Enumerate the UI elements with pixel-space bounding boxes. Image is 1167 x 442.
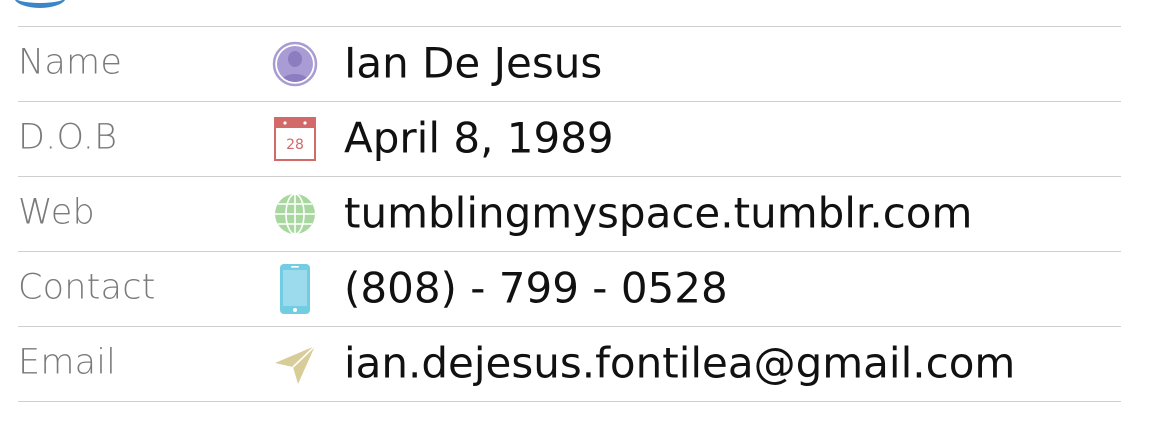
row-dob: D.O.B 28 April 8, 1989 xyxy=(18,101,1121,176)
calendar-day-text: 28 xyxy=(286,137,304,153)
row-web: Web tumblingmyspace.tumblr.com xyxy=(18,176,1121,251)
person-icon xyxy=(270,39,320,89)
phone-icon xyxy=(270,264,320,314)
row-name: Name Ian De Jesus xyxy=(18,26,1121,101)
contact-label: Contact xyxy=(18,267,156,308)
profile-info-list: Name Ian De Jesus D.O.B 28 April 8, 1989… xyxy=(18,26,1121,402)
dob-label: D.O.B xyxy=(18,117,118,158)
top-accent xyxy=(14,0,66,8)
contact-value: (808) - 799 - 0528 xyxy=(344,263,728,313)
calendar-icon: 28 xyxy=(270,114,320,164)
name-label: Name xyxy=(18,42,123,83)
row-email: Email ian.dejesus.fontilea@gmail.com xyxy=(18,326,1121,402)
email-label: Email xyxy=(18,342,117,383)
row-contact: Contact (808) - 799 - 0528 xyxy=(18,251,1121,326)
web-value[interactable]: tumblingmyspace.tumblr.com xyxy=(344,189,972,238)
globe-icon xyxy=(270,189,320,239)
email-value[interactable]: ian.dejesus.fontilea@gmail.com xyxy=(344,339,1015,388)
name-value: Ian De Jesus xyxy=(344,38,603,88)
paper-plane-icon xyxy=(270,339,320,389)
dob-value: April 8, 1989 xyxy=(344,113,614,163)
web-label: Web xyxy=(18,192,95,233)
